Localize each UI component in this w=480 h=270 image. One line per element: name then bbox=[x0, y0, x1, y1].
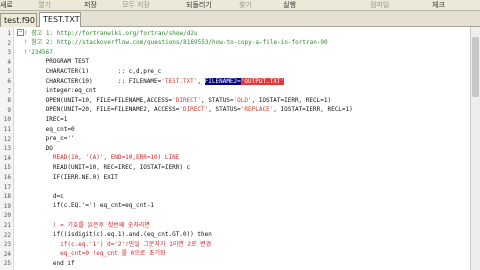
code-line: integer:eq_cnt bbox=[24, 87, 97, 95]
code-line: eq_cnt=0 !eq_cnt 를 0으로 초기화 bbox=[24, 250, 166, 258]
line-number: 25 bbox=[3, 260, 11, 268]
code-line: CHARACTER(10) :: FILENAME='TEST.TXT', FI… bbox=[24, 77, 285, 85]
toolbar-button-0[interactable]: 새로 bbox=[0, 0, 13, 10]
line-number: 24 bbox=[3, 250, 11, 258]
line-number: 12 bbox=[3, 135, 11, 143]
toolbar-button-2[interactable]: 저장 bbox=[84, 0, 97, 10]
toolbar: 새로 열기 저장 모두 저장 되돌리기 찾기 실행 컴파일 체크 bbox=[0, 0, 480, 11]
line-number-gutter: 1 2 3 4 5 6 7 8 9 10 11 12 13 14 15 16 17 18 19 20 21 22 23 24 2… bbox=[0, 27, 14, 270]
code-line: ! = 기호를 읽은후 첫번째 숫자라면 bbox=[24, 221, 150, 229]
line-number: 20 bbox=[3, 212, 11, 220]
toolbar-button-8[interactable]: 체크 bbox=[432, 0, 445, 10]
vertical-scrollbar[interactable] bbox=[470, 27, 480, 270]
code-line: PROGRAM TEST bbox=[24, 58, 90, 66]
line-number: 23 bbox=[3, 241, 11, 249]
code-line: IREC=1 bbox=[24, 115, 68, 123]
tab-bar: test.f90 TEST.TXT bbox=[0, 11, 480, 27]
line-number: 6 bbox=[7, 78, 11, 85]
line-number: 1 bbox=[7, 30, 11, 37]
code-line: OPEN(UNIT=10, FILE=FILENAME,ACCESS='DIRE… bbox=[24, 96, 332, 104]
line-number: 5 bbox=[7, 68, 11, 76]
tab-test-txt[interactable]: TEST.TXT bbox=[39, 12, 81, 27]
line-number: 15 bbox=[3, 164, 11, 172]
line-number: 4 bbox=[7, 58, 11, 66]
line-number: 17 bbox=[3, 183, 11, 191]
line-number: 8 bbox=[7, 97, 11, 105]
toolbar-button-6[interactable]: 실행 bbox=[283, 0, 296, 10]
code-line: READ(10, '(A)', END=10,ERR=10) LINE bbox=[24, 154, 180, 162]
line-number: 19 bbox=[3, 202, 11, 210]
line-number: 16 bbox=[3, 174, 11, 181]
toolbar-button-5[interactable]: 찾기 bbox=[239, 0, 252, 10]
code-editor[interactable]: ! 참고 1: http://fortranwiki.org/fortran/s… bbox=[24, 27, 480, 270]
line-number: 13 bbox=[3, 145, 11, 153]
line-number: 10 bbox=[3, 116, 11, 124]
line-number: 22 bbox=[3, 231, 11, 239]
code-line: DO bbox=[24, 144, 53, 152]
line-number: 21 bbox=[3, 222, 11, 229]
code-line: if(c.eq.'1') d='2'!만일 그문자가 1이면 2로 변경 bbox=[24, 240, 212, 248]
code-line: d=c bbox=[24, 192, 64, 200]
code-line: !'234567 bbox=[24, 48, 53, 56]
toolbar-button-7[interactable]: 컴파일 bbox=[370, 0, 389, 10]
code-line: ! 참고 2: http://stackoverflow.com/questio… bbox=[24, 39, 328, 47]
scrollbar-thumb[interactable] bbox=[472, 37, 479, 97]
line-number: 2 bbox=[7, 39, 11, 47]
code-line: if((isdigit(c).eq.1).and.(eq_cnt.GT.0)) … bbox=[24, 231, 212, 239]
code-line: OPEN(UNIT=20, FILE=FILENAME2, ACCESS='DI… bbox=[24, 106, 353, 114]
code-line: if(c.EQ.'=') eq_cnt=eq_cnt-1 bbox=[24, 202, 155, 210]
line-number: 7 bbox=[7, 87, 11, 95]
line-number: 14 bbox=[3, 154, 11, 162]
toolbar-button-4[interactable]: 되돌리기 bbox=[186, 0, 212, 10]
code-line: IF(IERR.NE.0) EXIT bbox=[24, 173, 118, 181]
line-number: 3 bbox=[7, 49, 11, 57]
code-line: end if bbox=[24, 259, 75, 267]
toolbar-button-3[interactable]: 모두 저장 bbox=[122, 0, 150, 10]
code-line: eq_cnt=0 bbox=[24, 125, 75, 133]
code-line: pre_c='' bbox=[24, 135, 75, 143]
tab-test-f90[interactable]: test.f90 bbox=[0, 13, 37, 27]
line-number: 18 bbox=[3, 193, 11, 201]
code-line: ! 참고 1: http://fortranwiki.org/fortran/s… bbox=[24, 29, 198, 37]
line-number: 11 bbox=[3, 126, 11, 133]
code-line: READ(UNIT=10, REC=IREC, IOSTAT=IERR) c bbox=[24, 163, 191, 171]
code-line: CHARACTER(1) :: c,d,pre_c bbox=[24, 67, 162, 75]
fold-toggle-icon[interactable]: − bbox=[17, 29, 24, 36]
line-number: 9 bbox=[7, 106, 11, 114]
toolbar-button-1[interactable]: 열기 bbox=[38, 0, 51, 10]
